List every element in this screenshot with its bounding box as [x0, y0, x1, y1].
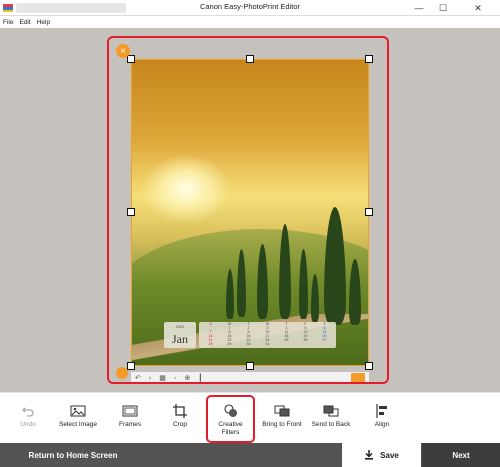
title-bar: Canon Easy-PhotoPrint Editor — ☐ ✕ — [0, 0, 500, 16]
menu-help[interactable]: Help — [37, 19, 50, 26]
minimize-button[interactable]: — — [408, 0, 430, 16]
crop-label: Crop — [172, 421, 188, 428]
resize-handle-bottom-left[interactable] — [127, 362, 135, 370]
undo-button[interactable]: Undo — [8, 393, 48, 444]
bring-to-front-button[interactable]: Bring to Front — [258, 393, 306, 444]
resize-handle-top-right[interactable] — [365, 55, 373, 63]
resize-handle-right[interactable] — [365, 208, 373, 216]
resize-handle-top-left[interactable] — [127, 55, 135, 63]
resize-handle-bottom-right[interactable] — [365, 362, 373, 370]
next-button[interactable]: Next — [422, 443, 500, 467]
zoom-slider-icon[interactable]: ◦ — [174, 375, 176, 382]
adjust-icon[interactable]: ┃ — [198, 374, 202, 382]
menu-file[interactable]: File — [3, 19, 13, 26]
frames-label: Frames — [118, 421, 142, 428]
close-button[interactable]: ✕ — [456, 0, 500, 16]
select-image-label: Select Image — [59, 421, 97, 428]
edit-toolbar: Undo Select Image Frames Crop Creative F… — [0, 392, 500, 443]
undo-label: Undo — [20, 421, 36, 428]
select-image-button[interactable]: Select Image — [56, 393, 100, 444]
bottom-action-bar: Return to Home Screen Save Next — [0, 443, 500, 467]
save-icon — [365, 450, 374, 460]
selection-outline — [131, 59, 369, 366]
crop-button[interactable]: Crop — [160, 393, 200, 444]
save-label: Save — [380, 450, 399, 460]
rotate-icon[interactable] — [116, 367, 128, 379]
align-label: Align — [374, 421, 390, 428]
chevron-right-icon[interactable]: › — [149, 375, 151, 382]
align-icon — [375, 404, 389, 418]
bring-to-front-icon — [274, 404, 290, 418]
menu-edit[interactable]: Edit — [19, 19, 30, 26]
align-button[interactable]: Align — [364, 393, 400, 444]
frames-button[interactable]: Frames — [110, 393, 150, 444]
frames-icon — [122, 404, 138, 418]
zoom-in-icon[interactable]: ⊕ — [184, 374, 190, 382]
send-to-back-button[interactable]: Send to Back — [308, 393, 354, 444]
return-to-home-button[interactable]: Return to Home Screen — [0, 443, 146, 467]
grid-icon[interactable]: ▦ — [159, 374, 166, 382]
bring-to-front-label: Bring to Front — [262, 421, 302, 428]
creative-filters-icon — [223, 404, 238, 418]
send-to-back-label: Send to Back — [311, 421, 351, 428]
crop-icon — [173, 404, 187, 418]
resize-handle-left[interactable] — [127, 208, 135, 216]
creative-filters-button[interactable]: Creative Filters — [208, 393, 253, 444]
select-image-icon — [70, 404, 86, 418]
save-button[interactable]: Save — [342, 443, 421, 467]
resize-handle-bottom[interactable] — [246, 362, 254, 370]
undo-icon — [21, 404, 35, 418]
maximize-button[interactable]: ☐ — [432, 0, 454, 16]
resize-handle-top[interactable] — [246, 55, 254, 63]
delete-icon[interactable]: × — [116, 44, 130, 58]
image-mini-toolbar: ↶ › ▦ ◦ ⊕ ┃ — [131, 372, 369, 384]
active-tool-icon[interactable] — [351, 373, 365, 383]
menu-bar: File Edit Help — [0, 16, 500, 28]
send-to-back-icon — [323, 404, 339, 418]
rotate-left-icon[interactable]: ↶ — [135, 374, 141, 382]
creative-filters-label: Creative Filters — [218, 421, 243, 436]
